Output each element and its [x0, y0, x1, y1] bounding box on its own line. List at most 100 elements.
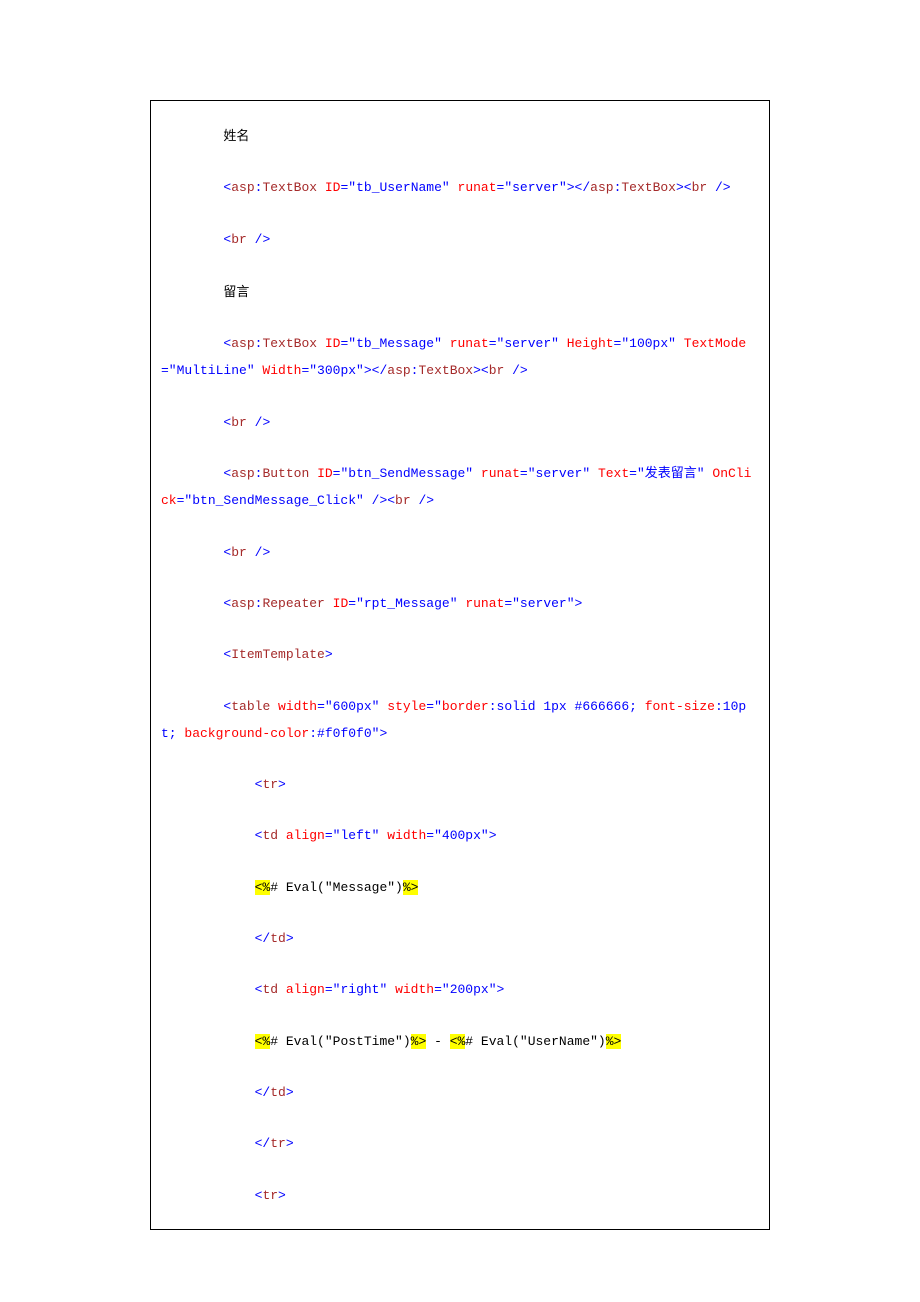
- code-token: ><: [676, 180, 692, 195]
- code-token: asp: [231, 466, 254, 481]
- code-token: # Eval("PostTime"): [270, 1034, 410, 1049]
- code-token: tr: [270, 1136, 286, 1151]
- code-token: ="btn_SendMessage_Click" /><: [177, 493, 395, 508]
- code-token: # Eval("Message"): [270, 880, 403, 895]
- indent: [161, 1188, 255, 1203]
- code-token: Repeater: [262, 596, 332, 611]
- code-token: TextMode: [684, 336, 746, 351]
- code-token: asp: [590, 180, 613, 195]
- indent: [161, 1085, 255, 1100]
- code-token: ><: [473, 363, 489, 378]
- code-line: 留言: [161, 277, 759, 306]
- code-token: table: [231, 699, 278, 714]
- code-token: ="btn_SendMessage": [333, 466, 481, 481]
- document-page: 姓名 <asp:TextBox ID="tb_UserName" runat="…: [0, 0, 920, 1302]
- code-token: %>: [411, 1034, 427, 1049]
- indent: [161, 285, 223, 300]
- code-line: </td>: [161, 1079, 759, 1106]
- code-token: ="200px">: [434, 982, 504, 997]
- code-token: ID: [333, 596, 349, 611]
- indent: [161, 777, 255, 792]
- code-token: <%: [255, 880, 271, 895]
- code-token: ItemTemplate: [231, 647, 325, 662]
- code-token: runat: [450, 336, 489, 351]
- code-token: 发表留言: [645, 466, 697, 481]
- code-line: <table width="600px" style="border:solid…: [161, 693, 759, 748]
- code-line: <asp:Repeater ID="rpt_Message" runat="se…: [161, 590, 759, 617]
- code-token: td: [270, 1085, 286, 1100]
- code-token: br: [231, 545, 254, 560]
- code-token: tr: [262, 777, 278, 792]
- code-token: />: [255, 415, 271, 430]
- code-token: ="100px": [614, 336, 684, 351]
- code-token: ="MultiLine": [161, 363, 262, 378]
- code-token: TextBox: [418, 363, 473, 378]
- code-line: <tr>: [161, 1182, 759, 1209]
- code-token: br: [231, 415, 254, 430]
- code-token: asp: [231, 180, 254, 195]
- indent: [161, 232, 223, 247]
- indent: [161, 931, 255, 946]
- code-token: >: [325, 647, 333, 662]
- code-token: runat: [458, 180, 497, 195]
- code-line: <td align="right" width="200px">: [161, 976, 759, 1003]
- code-token: td: [270, 931, 286, 946]
- code-token: />: [418, 493, 434, 508]
- code-token: 留言: [223, 281, 249, 300]
- code-token: >: [286, 931, 294, 946]
- code-line: <td align="left" width="400px">: [161, 822, 759, 849]
- code-line: </td>: [161, 925, 759, 952]
- code-token: =": [426, 699, 442, 714]
- code-line: </tr>: [161, 1130, 759, 1157]
- indent: [161, 1136, 255, 1151]
- code-token: =": [629, 466, 645, 481]
- indent: [161, 336, 223, 351]
- indent: [161, 647, 223, 662]
- code-token: </: [255, 931, 271, 946]
- code-token: # Eval("UserName"): [465, 1034, 605, 1049]
- code-token: />: [715, 180, 731, 195]
- code-token: -: [426, 1034, 449, 1049]
- code-token: <%: [450, 1034, 466, 1049]
- code-token: br: [692, 180, 715, 195]
- code-token: >: [278, 777, 286, 792]
- indent: [161, 596, 223, 611]
- code-token: width: [387, 828, 426, 843]
- indent: [161, 1034, 255, 1049]
- code-sample-box: 姓名 <asp:TextBox ID="tb_UserName" runat="…: [150, 100, 770, 1230]
- code-token: </: [255, 1136, 271, 1151]
- code-token: ="tb_Message": [340, 336, 449, 351]
- indent: [161, 415, 223, 430]
- indent: [161, 466, 223, 481]
- code-token: </: [255, 1085, 271, 1100]
- code-token: br: [395, 493, 418, 508]
- code-token: runat: [481, 466, 520, 481]
- code-token: ="rpt_Message": [348, 596, 465, 611]
- code-token: <%: [255, 1034, 271, 1049]
- code-token: br: [231, 232, 254, 247]
- code-line: <asp:TextBox ID="tb_Message" runat="serv…: [161, 330, 759, 385]
- code-token: tr: [262, 1188, 278, 1203]
- code-token: runat: [465, 596, 504, 611]
- indent: [161, 699, 223, 714]
- code-token: >: [286, 1136, 294, 1151]
- code-token: 姓名: [223, 125, 249, 144]
- code-token: font-size: [645, 699, 715, 714]
- code-token: %>: [606, 1034, 622, 1049]
- indent: [161, 180, 223, 195]
- code-token: style: [387, 699, 426, 714]
- code-token: Text: [598, 466, 629, 481]
- code-token: Button: [262, 466, 317, 481]
- code-line: <br />: [161, 539, 759, 566]
- code-token: border: [442, 699, 489, 714]
- code-token: ="600px": [317, 699, 387, 714]
- code-token: td: [262, 982, 285, 997]
- code-token: ="300px"></: [301, 363, 387, 378]
- code-token: ="left": [325, 828, 387, 843]
- code-token: Width: [262, 363, 301, 378]
- code-token: ="right": [325, 982, 395, 997]
- indent: [161, 129, 223, 144]
- code-token: >: [286, 1085, 294, 1100]
- code-token: ID: [317, 466, 333, 481]
- code-token: width: [395, 982, 434, 997]
